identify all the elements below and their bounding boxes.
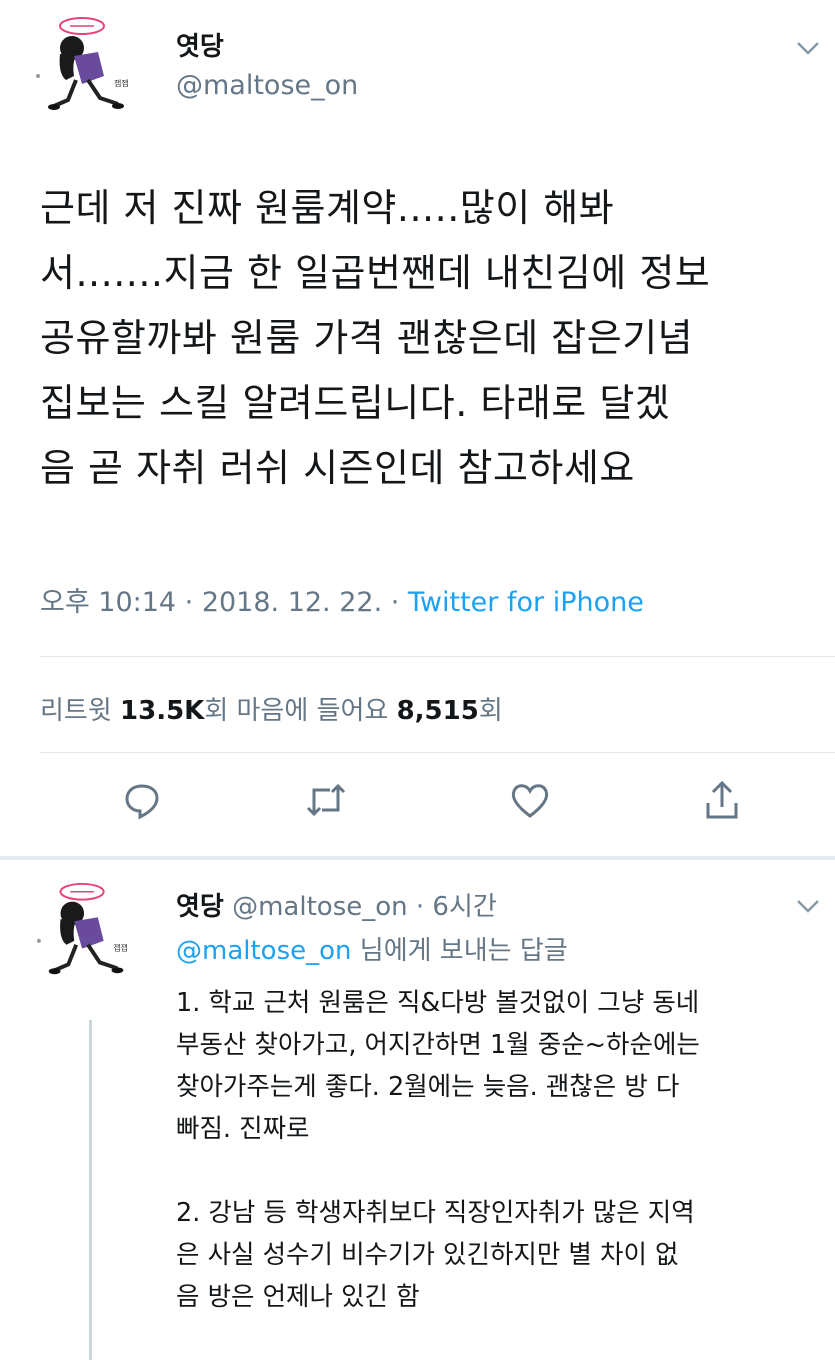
reply-text: 1. 학교 근처 원룸은 직&다방 볼것없이 그냥 동네 부동산 찾아가고, 어… [176, 982, 826, 1318]
reply-text-line: 부동산 찾아가고, 어지간하면 1월 중순~하순에는 [176, 1030, 700, 1060]
avatar[interactable]: 잽잽 [32, 880, 142, 984]
tweet-text-line: 집보는 스킬 알려드립니다. 타래로 달겠 [40, 381, 671, 425]
main-tweet: 잽잽 엿당 @maltose_on 근데 저 진짜 원룸계약.....많이 해봐… [0, 0, 835, 858]
retweet-label[interactable]: 리트윗 [40, 696, 120, 726]
like-count[interactable]: 8,515 [397, 696, 479, 726]
divider [40, 752, 835, 753]
share-icon[interactable] [692, 770, 752, 830]
tweet-text-line: 근데 저 진짜 원룸계약.....많이 해봐 [40, 186, 615, 230]
action-bar [0, 770, 835, 840]
like-icon[interactable] [500, 770, 560, 830]
author-handle[interactable]: @maltose_on [224, 892, 408, 922]
tweet-text-line: 공유할까봐 원룸 가격 괜찮은데 잡은기념 [40, 316, 694, 360]
reply-header: 엿당 @maltose_on · 6시간 [176, 886, 497, 923]
tweet-text-line: 서.......지금 한 일곱번짼데 내친김에 정보 [40, 251, 711, 295]
author-name[interactable]: 엿당 [176, 892, 224, 922]
retweet-count[interactable]: 13.5K [120, 696, 204, 726]
divider [40, 656, 835, 657]
chevron-down-icon[interactable] [796, 898, 820, 914]
like-label[interactable]: 마음에 들어요 [228, 696, 396, 726]
retweet-unit: 회 [204, 696, 229, 726]
reply-text-line: 찾아가주는게 좋다. 2월에는 늦음. 괜찮은 방 다 [176, 1072, 680, 1102]
reply-text-line: 음 방은 언제나 있긴 함 [176, 1282, 420, 1312]
reply-text-line: 은 사실 성수기 비수기가 있긴하지만 별 차이 없 [176, 1240, 679, 1270]
reply-text-line: 2. 강남 등 학생자취보다 직장인자취가 많은 지역 [176, 1198, 695, 1228]
tweet-text: 근데 저 진짜 원룸계약.....많이 해봐 서.......지금 한 일곱번짼… [40, 176, 820, 501]
reply-text-line: 1. 학교 근처 원룸은 직&다방 볼것없이 그냥 동네 [176, 988, 700, 1018]
reply-text-line [176, 1150, 826, 1192]
like-unit: 회 [478, 696, 503, 726]
retweet-icon[interactable] [296, 770, 356, 830]
tweet-meta: 오후 10:14 · 2018. 12. 22. · Twitter for i… [40, 580, 644, 619]
chevron-down-icon[interactable] [796, 40, 820, 56]
author-handle[interactable]: @maltose_on [176, 70, 358, 101]
reply-text-line: 빠짐. 진짜로 [176, 1114, 310, 1144]
author-name[interactable]: 엿당 [176, 26, 224, 63]
tweet-stats: 리트윗 13.5K회 마음에 들어요 8,515회 [40, 690, 503, 727]
replying-to-suffix: 님에게 보내는 답글 [351, 936, 568, 966]
timestamp[interactable]: 오후 10:14 · 2018. 12. 22. · [40, 587, 408, 618]
replying-to: @maltose_on 님에게 보내는 답글 [176, 930, 568, 967]
reply-time: · 6시간 [407, 892, 497, 922]
thread-line [89, 1020, 92, 1360]
reply-tweet[interactable]: 잽잽 엿당 @maltose_on · 6시간 @maltose_on 님에게 … [0, 860, 835, 1360]
reply-icon[interactable] [112, 770, 172, 830]
tweet-text-line: 음 곧 자취 러쉬 시즌인데 참고하세요 [40, 446, 635, 490]
replying-to-handle[interactable]: @maltose_on [176, 936, 352, 966]
avatar[interactable]: 잽잽 [32, 14, 142, 120]
svg-text:잽잽: 잽잽 [114, 78, 129, 88]
svg-text:잽잽: 잽잽 [113, 943, 127, 953]
source-link[interactable]: Twitter for iPhone [408, 587, 644, 618]
